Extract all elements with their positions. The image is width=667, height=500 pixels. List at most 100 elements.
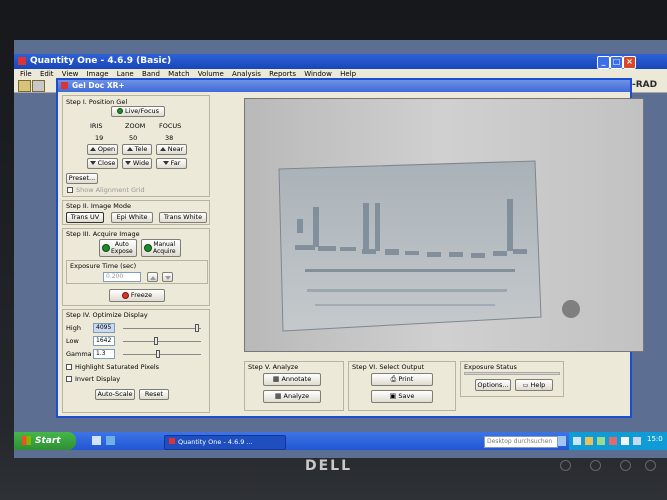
high-slider-thumb[interactable] xyxy=(194,324,199,332)
iris-open-button[interactable]: Open xyxy=(87,144,118,155)
print-icon: ⎙ xyxy=(390,375,397,383)
menu-analysis[interactable]: Analysis xyxy=(232,70,261,78)
help-button[interactable]: ▭ Help xyxy=(515,379,553,391)
menu-edit[interactable]: Edit xyxy=(40,70,54,78)
save-label: Save xyxy=(398,392,415,400)
menu-volume[interactable]: Volume xyxy=(198,70,224,78)
menu-help[interactable]: Help xyxy=(340,70,356,78)
menu-reports[interactable]: Reports xyxy=(269,70,296,78)
high-input[interactable]: 4095 xyxy=(93,323,115,333)
settings-icon[interactable] xyxy=(32,80,45,92)
annotate-label: Annotate xyxy=(281,375,312,383)
auto-expose-button[interactable]: Auto Expose xyxy=(99,239,137,257)
zoom-wide-button[interactable]: Wide xyxy=(122,158,152,169)
far-label: Far xyxy=(170,159,181,167)
save-button[interactable]: ▣ Save xyxy=(371,390,433,403)
step6-group: Step VI. Select Output ⎙ Print ▣ Save xyxy=(348,361,456,411)
manual-acquire-icon xyxy=(144,244,152,252)
open-label: Open xyxy=(97,145,116,153)
tray-icon[interactable] xyxy=(633,437,641,445)
taskbar-item-quantity-one[interactable]: Quantity One - 4.6.9 ... xyxy=(164,435,286,450)
invert-display-checkbox[interactable] xyxy=(66,376,72,382)
gamma-slider-thumb[interactable] xyxy=(156,350,161,358)
close-button[interactable]: × xyxy=(623,56,636,69)
iris-close-button[interactable]: Close xyxy=(87,158,118,169)
menu-view[interactable]: View xyxy=(62,70,79,78)
step2-group: Step II. Image Mode Trans UV Epi White T… xyxy=(62,200,210,225)
screen: Quantity One - 4.6.9 (Basic) _ □ × File … xyxy=(14,40,667,458)
focus-label: FOCUS xyxy=(159,122,182,130)
trans-white-button[interactable]: Trans White xyxy=(159,212,207,223)
highlight-saturated-label: Highlight Saturated Pixels xyxy=(75,363,160,371)
monitor-button[interactable] xyxy=(645,460,656,471)
tray-icon[interactable] xyxy=(585,437,593,445)
menu-image[interactable]: Image xyxy=(87,70,109,78)
zoom-tele-button[interactable]: Tele xyxy=(122,144,152,155)
quick-launch-icon[interactable] xyxy=(92,436,101,445)
step6-title: Step VI. Select Output xyxy=(352,363,425,371)
freeze-button[interactable]: Freeze xyxy=(109,289,165,302)
monitor-button[interactable] xyxy=(590,460,601,471)
gel-doc-title-bar: Gel Doc XR+ xyxy=(58,80,630,92)
options-button[interactable]: Options... xyxy=(475,379,511,391)
quick-launch-icon[interactable] xyxy=(106,436,115,445)
start-label: Start xyxy=(35,436,61,446)
exposure-down-button[interactable] xyxy=(162,272,173,282)
exposure-up-button[interactable] xyxy=(147,272,158,282)
gel-doc-title: Gel Doc XR+ xyxy=(72,81,125,90)
reset-button[interactable]: Reset xyxy=(139,389,169,400)
annotate-button[interactable]: ▦ Annotate xyxy=(263,373,321,386)
gel-doc-icon xyxy=(61,82,68,89)
focus-far-button[interactable]: Far xyxy=(156,158,187,169)
down-arrow-icon xyxy=(124,161,131,165)
show-grid-checkbox[interactable] xyxy=(67,187,73,193)
tray-icon[interactable] xyxy=(621,437,629,445)
gel-image-viewer[interactable] xyxy=(244,98,644,352)
menu-lane[interactable]: Lane xyxy=(117,70,134,78)
exposure-status-group: Exposure Status Options... ▭ Help xyxy=(460,361,564,397)
focus-near-button[interactable]: Near xyxy=(156,144,187,155)
tray-icon[interactable] xyxy=(609,437,617,445)
step3-title: Step III. Acquire Image xyxy=(66,230,140,238)
low-slider-thumb[interactable] xyxy=(154,337,159,345)
manual-acquire-button[interactable]: Manual Acquire xyxy=(141,239,181,257)
start-button[interactable]: Start xyxy=(14,432,76,450)
epi-white-button[interactable]: Epi White xyxy=(111,212,153,223)
windows-logo-icon xyxy=(22,436,31,445)
gamma-input[interactable]: 1.3 xyxy=(93,349,115,359)
trans-uv-button[interactable]: Trans UV xyxy=(66,212,104,223)
highlight-saturated-checkbox[interactable] xyxy=(66,364,72,370)
search-icon[interactable] xyxy=(558,436,566,446)
print-button[interactable]: ⎙ Print xyxy=(371,373,433,386)
tray-icon[interactable] xyxy=(597,437,605,445)
invert-display-label: Invert Display xyxy=(75,375,121,383)
menu-band[interactable]: Band xyxy=(142,70,160,78)
desktop-search-input[interactable]: Desktop durchsuchen xyxy=(484,436,558,448)
up-arrow-icon xyxy=(149,276,156,280)
iris-value: 19 xyxy=(95,134,104,142)
clock[interactable]: 15:0 xyxy=(647,435,663,443)
open-folder-icon[interactable] xyxy=(18,80,31,92)
menu-window[interactable]: Window xyxy=(304,70,332,78)
live-indicator-icon xyxy=(116,108,123,114)
analyze-button[interactable]: ▦ Analyze xyxy=(263,390,321,403)
app-title-bar: Quantity One - 4.6.9 (Basic) _ □ × xyxy=(14,54,667,69)
low-input[interactable]: 1642 xyxy=(93,336,115,346)
tray-icon[interactable] xyxy=(573,437,581,445)
gel-doc-window: Gel Doc XR+ Step I. Position Gel Live/Fo… xyxy=(56,78,644,418)
step5-group: Step V. Analyze ▦ Annotate ▦ Analyze xyxy=(244,361,344,411)
monitor-button[interactable] xyxy=(560,460,571,471)
exposure-time-input[interactable]: 0.200 xyxy=(103,272,141,282)
minimize-button[interactable]: _ xyxy=(597,56,610,69)
focus-value: 38 xyxy=(165,134,174,142)
gamma-label: Gamma xyxy=(66,350,92,358)
live-focus-button[interactable]: Live/Focus xyxy=(111,106,165,117)
auto-scale-button[interactable]: Auto-Scale xyxy=(95,389,135,400)
menu-file[interactable]: File xyxy=(20,70,32,78)
freeze-label: Freeze xyxy=(130,291,153,299)
menu-match[interactable]: Match xyxy=(168,70,189,78)
taskbar-item-label: Quantity One - 4.6.9 ... xyxy=(178,438,253,446)
preset-button[interactable]: Preset... xyxy=(66,173,98,184)
maximize-button[interactable]: □ xyxy=(610,56,623,69)
monitor-button[interactable] xyxy=(620,460,631,471)
